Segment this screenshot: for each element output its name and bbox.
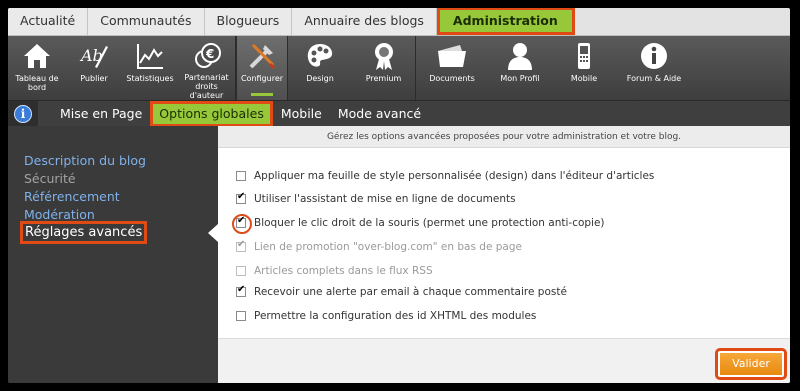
- toolbar-label: Documents: [429, 74, 475, 83]
- tools-icon: [245, 40, 279, 72]
- option-row: Lien de promotion "over-blog.com" en bas…: [236, 239, 522, 253]
- svg-text:€: €: [205, 47, 214, 61]
- panel-footer: Valider: [218, 338, 790, 383]
- settings-sidebar: Description du blog Sécurité Référenceme…: [8, 126, 218, 383]
- toolbar-premium[interactable]: Premium: [352, 36, 416, 100]
- options-panel: Gérez les options avancées proposées pou…: [218, 126, 790, 383]
- sidebar-item-description[interactable]: Description du blog: [24, 153, 146, 168]
- tab-administration[interactable]: Administration: [436, 8, 575, 35]
- app-frame: Actualité Communautés Blogueurs Annuaire…: [8, 8, 790, 383]
- tab-communautes[interactable]: Communautés: [88, 8, 205, 35]
- toolbar-label: Partenariat droits d'auteur: [184, 73, 229, 100]
- toolbar-forum-aide[interactable]: Forum & Aide: [616, 36, 692, 100]
- sidebar-item-reglages-avances[interactable]: Réglages avancés: [19, 221, 148, 244]
- option-checkbox: [236, 266, 246, 276]
- sub-navigation: i Mise en Page Options globales Mobile M…: [8, 100, 790, 127]
- sidebar-item-referencement[interactable]: Référencement: [24, 189, 120, 204]
- option-row: Permettre la configuration des id XHTML …: [236, 310, 536, 322]
- option-label: Appliquer ma feuille de style personnali…: [254, 170, 655, 182]
- toolbar-publier[interactable]: Ab Publier: [66, 36, 122, 100]
- toolbar-documents[interactable]: Documents: [416, 36, 488, 100]
- tab-annuaire-des-blogs[interactable]: Annuaire des blogs: [292, 8, 437, 35]
- highlight-ring: [232, 214, 252, 234]
- tab-actualite[interactable]: Actualité: [8, 8, 89, 35]
- icon-toolbar: Tableau de bord Ab Publier Statistiques …: [8, 36, 790, 100]
- toolbar-label: Mon Profil: [500, 74, 540, 83]
- folder-icon: [435, 40, 469, 72]
- option-row: Bloquer le clic droit de la souris (perm…: [232, 214, 605, 234]
- toolbar-design[interactable]: Design: [288, 36, 352, 100]
- option-label: Permettre la configuration des id XHTML …: [254, 310, 537, 322]
- option-label: Utiliser l'assistant de mise en ligne de…: [254, 193, 516, 205]
- toolbar-label: Tableau de bord: [15, 74, 59, 92]
- option-row: Recevoir une alerte par email à chaque c…: [236, 284, 567, 298]
- toolbar-label: Design: [306, 74, 334, 83]
- award-badge-icon: [367, 40, 401, 72]
- option-checkbox: [236, 239, 246, 252]
- option-checkbox[interactable]: [232, 214, 252, 234]
- tab-blogueurs[interactable]: Blogueurs: [204, 8, 293, 35]
- toolbar-label: Publier: [80, 74, 108, 83]
- selection-pointer: [208, 224, 218, 242]
- valider-button[interactable]: Valider: [715, 348, 787, 380]
- subtab-mobile[interactable]: Mobile: [273, 101, 330, 127]
- option-label: Lien de promotion "over-blog.com" en bas…: [254, 241, 522, 253]
- subtab-options-globales[interactable]: Options globales: [150, 100, 273, 127]
- euro-coins-icon: €: [190, 40, 224, 71]
- option-checkbox[interactable]: [236, 284, 246, 297]
- toolbar-mon-profil[interactable]: Mon Profil: [488, 36, 552, 100]
- option-row: Utiliser l'assistant de mise en ligne de…: [236, 191, 516, 205]
- option-checkbox[interactable]: [236, 311, 246, 321]
- house-icon: [20, 40, 54, 72]
- toolbar-label: Statistiques: [126, 74, 174, 83]
- info-icon: i: [14, 104, 32, 123]
- sidebar-item-moderation[interactable]: Modération: [24, 207, 95, 222]
- toolbar-label: Mobile: [570, 74, 598, 83]
- toolbar-label: Premium: [365, 74, 402, 83]
- option-label: Articles complets dans le flux RSS: [254, 265, 433, 277]
- toolbar-partenariat[interactable]: € Partenariat droits d'auteur: [178, 36, 236, 100]
- subtab-mise-en-page[interactable]: Mise en Page: [52, 101, 150, 127]
- user-icon: [503, 40, 537, 72]
- top-tab-bar: Actualité Communautés Blogueurs Annuaire…: [8, 8, 790, 36]
- pen-writing-icon: Ab: [77, 40, 111, 72]
- palette-icon: [303, 40, 337, 72]
- phone-icon: [567, 40, 601, 72]
- panel-description: Gérez les options avancées proposées pou…: [218, 126, 790, 148]
- option-label: Bloquer le clic droit de la souris (perm…: [254, 217, 605, 229]
- toolbar-label: Forum & Aide: [626, 74, 682, 83]
- toolbar-configurer[interactable]: Configurer: [236, 36, 288, 100]
- option-row: Appliquer ma feuille de style personnali…: [236, 170, 654, 182]
- toolbar-label: Configurer: [240, 74, 284, 83]
- toolbar-mobile[interactable]: Mobile: [552, 36, 616, 100]
- option-checkbox[interactable]: [236, 191, 246, 204]
- info-button[interactable]: i: [8, 100, 38, 127]
- subtab-mode-avance[interactable]: Mode avancé: [330, 101, 429, 127]
- chart-line-icon: [133, 40, 167, 72]
- toolbar-statistiques[interactable]: Statistiques: [122, 36, 178, 100]
- option-label: Recevoir une alerte par email à chaque c…: [254, 286, 567, 298]
- sidebar-item-securite[interactable]: Sécurité: [24, 171, 76, 186]
- option-row: Articles complets dans le flux RSS: [236, 265, 433, 277]
- toolbar-tableau-de-bord[interactable]: Tableau de bord: [8, 36, 66, 100]
- info-icon: [637, 40, 671, 72]
- option-checkbox[interactable]: [236, 171, 246, 181]
